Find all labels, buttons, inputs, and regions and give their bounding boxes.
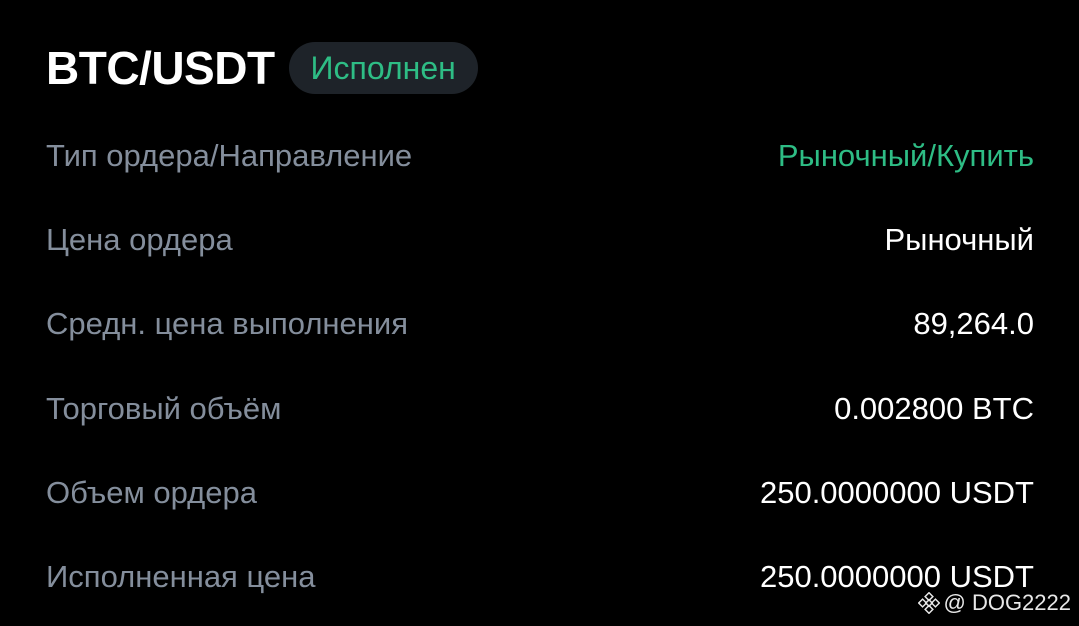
binance-logo-icon (917, 592, 940, 614)
watermark-text: @ DOG2222 (943, 590, 1072, 615)
detail-row-order-amount: Объем ордера 250.0000000 USDT (46, 451, 1034, 535)
detail-value: 89,264.0 (913, 306, 1034, 342)
detail-value: Рыночный/Купить (777, 138, 1034, 174)
detail-row-order-price: Цена ордера Рыночный (46, 198, 1034, 282)
detail-label: Объем ордера (46, 474, 257, 510)
detail-row-trade-volume: Торговый объём 0.002800 BTC (46, 367, 1034, 451)
order-detail-panel: BTC/USDT Исполнен Тип ордера/Направление… (0, 0, 1079, 626)
detail-label: Торговый объём (46, 390, 282, 426)
detail-label: Средн. цена выполнения (46, 306, 409, 342)
order-details-list: Тип ордера/Направление Рыночный/Купить Ц… (46, 114, 1034, 619)
detail-label: Исполненная цена (46, 559, 316, 595)
detail-row-filled-total: Исполненная цена 250.0000000 USDT (46, 535, 1034, 619)
detail-label: Цена ордера (46, 222, 233, 258)
trading-pair-title: BTC/USDT (46, 42, 275, 94)
detail-row-avg-fill-price: Средн. цена выполнения 89,264.0 (46, 282, 1034, 366)
detail-value: 250.0000000 USDT (759, 474, 1034, 510)
watermark: @ DOG2222 (917, 590, 1072, 616)
detail-value: 0.002800 BTC (834, 390, 1034, 426)
order-header: BTC/USDT Исполнен (46, 40, 478, 96)
status-badge: Исполнен (288, 42, 478, 94)
detail-label: Тип ордера/Направление (46, 138, 413, 174)
detail-row-order-type: Тип ордера/Направление Рыночный/Купить (46, 114, 1034, 198)
detail-value: Рыночный (884, 222, 1034, 258)
